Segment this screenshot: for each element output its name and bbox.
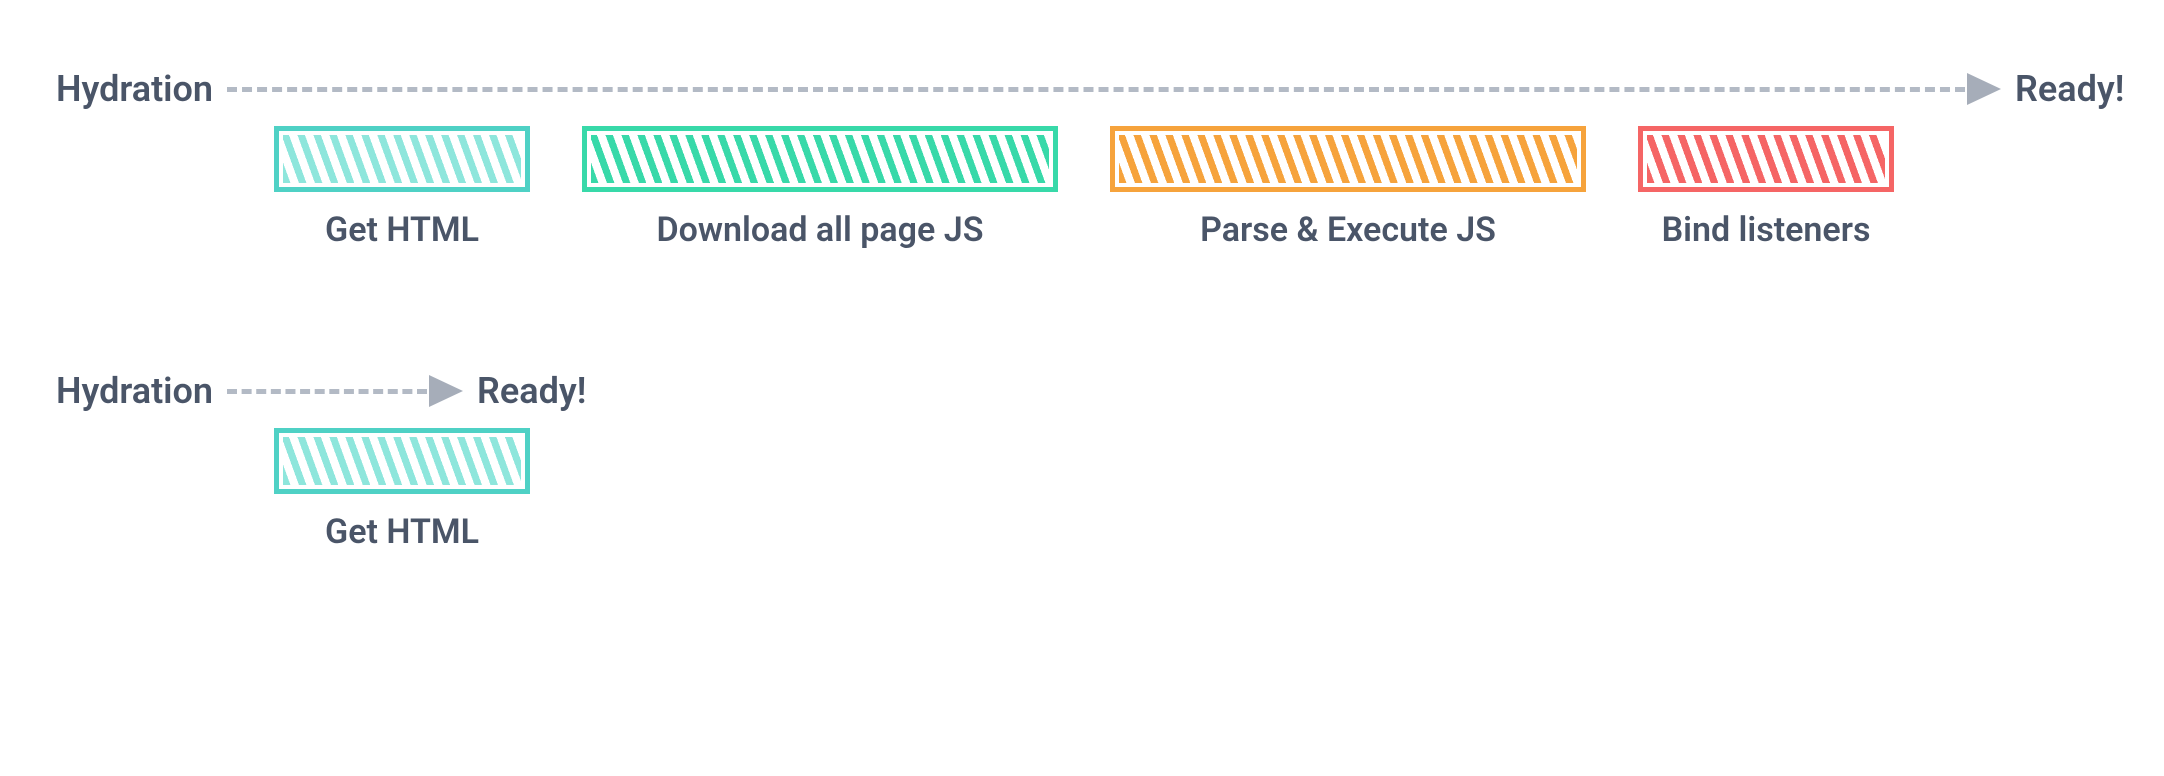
stage-bar: [274, 428, 530, 494]
stage-label: Download all page JS: [657, 210, 984, 250]
stage-block: Get HTML: [274, 428, 530, 552]
hatch-pattern: [283, 135, 521, 183]
hatch-pattern: [1647, 135, 1885, 183]
stage-bar: [582, 126, 1058, 192]
timeline-row-2: Hydration Ready!: [56, 370, 2114, 412]
stage-label: Get HTML: [325, 210, 479, 250]
start-label-2: Hydration: [56, 370, 213, 412]
stage-label: Get HTML: [325, 512, 479, 552]
arrow-icon: [1967, 73, 2001, 105]
arrow-icon: [429, 375, 463, 407]
end-label-2: Ready!: [477, 370, 586, 412]
stage-bar: [1638, 126, 1894, 192]
stage-block: Download all page JS: [582, 126, 1058, 250]
start-label-1: Hydration: [56, 68, 213, 110]
stage-block: Bind listeners: [1638, 126, 1894, 250]
stage-block: Get HTML: [274, 126, 530, 250]
timeline-dash-1: [227, 87, 1965, 92]
hatch-pattern: [1119, 135, 1577, 183]
stage-label: Bind listeners: [1662, 210, 1871, 250]
stage-block: Parse & Execute JS: [1110, 126, 1586, 250]
end-label-1: Ready!: [2015, 68, 2124, 110]
stage-bar: [274, 126, 530, 192]
timeline-dash-2: [227, 389, 427, 394]
timeline-row-1: Hydration Ready!: [56, 68, 2114, 110]
stage-label: Parse & Execute JS: [1200, 210, 1496, 250]
hatch-pattern: [591, 135, 1049, 183]
hatch-pattern: [283, 437, 521, 485]
stage-bar: [1110, 126, 1586, 192]
stages-row-1: Get HTML Download all page JS Parse & Exec…: [56, 126, 2114, 250]
stages-row-2: Get HTML: [56, 428, 2114, 552]
